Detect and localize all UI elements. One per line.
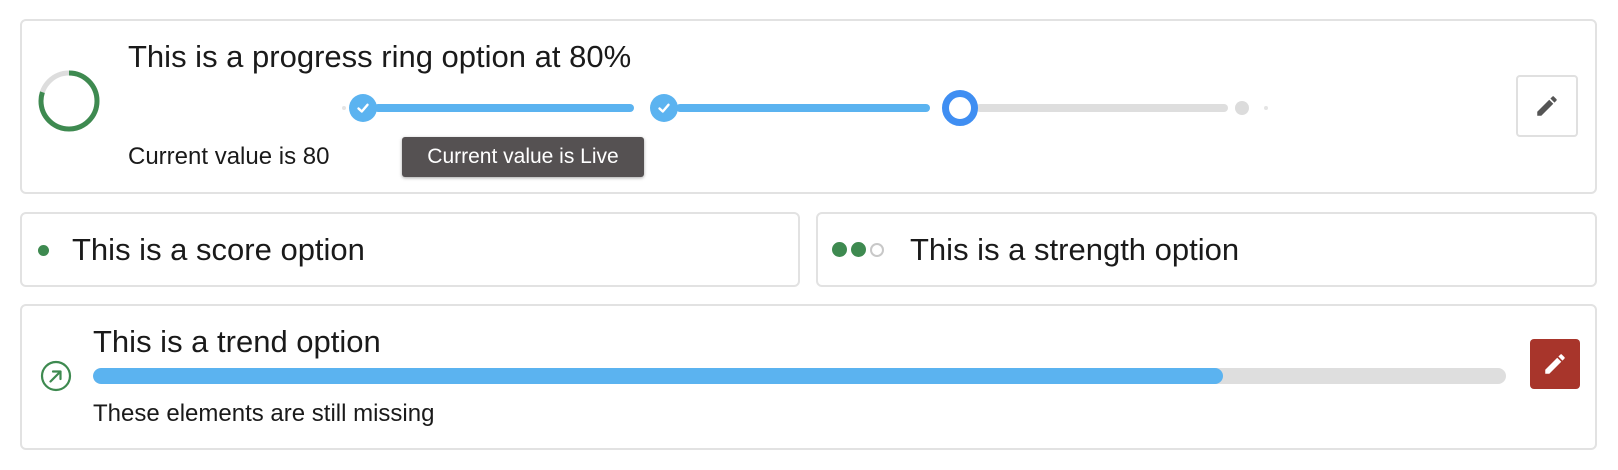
strength-label: This is a strength option xyxy=(910,232,1240,267)
pencil-icon xyxy=(1545,354,1565,374)
step-1-complete[interactable] xyxy=(349,94,377,122)
progress-ring-title: This is a progress ring option at 80% xyxy=(128,39,632,74)
progress-ring-value-text: Current value is 80 xyxy=(128,143,330,170)
edit-button[interactable] xyxy=(1530,339,1580,389)
strength-dot-empty xyxy=(870,242,884,257)
trend-arrow-up-right-icon xyxy=(40,360,72,392)
progress-ring xyxy=(38,70,100,132)
trend-progress-fill xyxy=(93,368,1224,384)
trend-progress-bar xyxy=(93,368,1506,384)
stepper-connector-done xyxy=(676,104,930,112)
step-3-current[interactable] xyxy=(942,90,978,126)
check-icon xyxy=(658,103,670,113)
strength-indicator xyxy=(832,242,884,257)
tooltip: Current value is Live xyxy=(402,137,644,177)
step-2-complete[interactable] xyxy=(650,94,678,122)
score-card: This is a score option xyxy=(20,212,800,287)
step-4-pending[interactable] xyxy=(1235,101,1249,115)
trend-title: This is a trend option xyxy=(93,324,381,359)
strength-dot-filled xyxy=(851,242,866,257)
trend-card: This is a trend option These elements ar… xyxy=(20,304,1597,450)
stepper-connector-done xyxy=(374,104,634,112)
trend-subtitle: These elements are still missing xyxy=(93,400,435,427)
check-icon xyxy=(357,103,369,113)
stepper-start-cap xyxy=(342,106,346,110)
progress-ring-card: This is a progress ring option at 80% Cu… xyxy=(20,19,1597,194)
stepper-connector-todo xyxy=(976,104,1228,112)
strength-card: This is a strength option xyxy=(816,212,1597,287)
edit-button[interactable] xyxy=(1516,75,1578,137)
score-indicator-dot xyxy=(38,245,49,256)
stepper xyxy=(332,87,1322,127)
pencil-icon xyxy=(1537,96,1557,116)
score-label: This is a score option xyxy=(72,232,365,267)
strength-dot-filled xyxy=(832,242,847,257)
stepper-end-cap xyxy=(1264,106,1268,110)
